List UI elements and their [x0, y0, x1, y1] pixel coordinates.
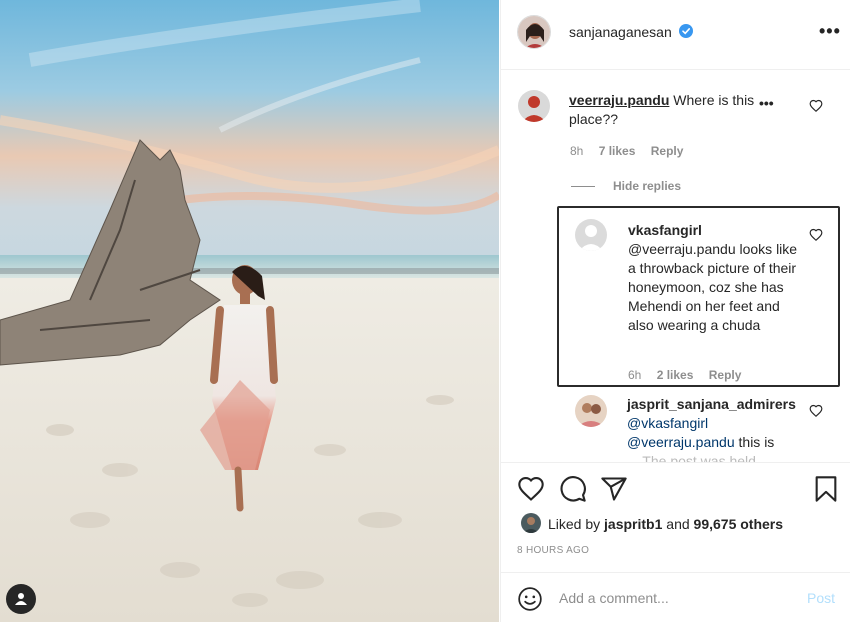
- post-timestamp[interactable]: 8 HOURS AGO: [517, 545, 589, 556]
- more-options-icon[interactable]: •••: [819, 22, 841, 40]
- commenter-avatar-image: [518, 90, 550, 122]
- reply-body: jasprit_sanjana_admirers @vkasfangirl @v…: [627, 395, 817, 462]
- bookmark-icon[interactable]: [812, 475, 840, 503]
- reply-button[interactable]: Reply: [651, 144, 684, 158]
- author-username[interactable]: sanjanaganesan: [569, 24, 672, 40]
- likes-text: Liked by jaspritb1 and 99,675 others: [548, 516, 783, 532]
- reply-button[interactable]: Reply: [709, 368, 742, 382]
- post-comment-button[interactable]: Post: [807, 590, 835, 606]
- tagged-users-button[interactable]: [6, 584, 36, 614]
- commenter-avatar[interactable]: [518, 90, 550, 122]
- comment-body: veerraju.pandu Where is this place??: [569, 91, 764, 129]
- paper-plane-icon[interactable]: [600, 475, 628, 503]
- hide-replies-line: [571, 186, 595, 187]
- comment-username[interactable]: veerraju.pandu: [569, 92, 669, 108]
- comment-icon[interactable]: [559, 475, 587, 503]
- comment-meta: 8h 7 likes Reply: [570, 144, 695, 158]
- comments-list[interactable]: veerraju.pandu Where is this place?? •••…: [501, 71, 850, 462]
- liked-by-and: and: [666, 516, 690, 532]
- post-actions: Liked by jaspritb1 and 99,675 others 8 H…: [501, 462, 850, 572]
- beach-photo-illustration: [0, 0, 499, 622]
- author-avatar[interactable]: [517, 15, 551, 49]
- reply-avatar[interactable]: [575, 395, 607, 427]
- liker-avatar[interactable]: [521, 513, 541, 533]
- highlighted-reply: vkasfangirl @veerraju.pandu looks like a…: [557, 206, 840, 387]
- comment-time: 8h: [570, 144, 584, 158]
- post-header: sanjanaganesan •••: [501, 0, 850, 70]
- liked-by-prefix: Liked by: [548, 516, 601, 532]
- likes-count[interactable]: 99,675 others: [694, 516, 784, 532]
- comment-more-icon[interactable]: •••: [759, 95, 774, 111]
- reply-time: 6h: [628, 368, 642, 382]
- reply-meta: 6h 2 likes Reply: [628, 368, 753, 382]
- reply-body: vkasfangirl @veerraju.pandu looks like a…: [628, 221, 798, 335]
- add-comment-bar: Post: [501, 572, 850, 622]
- reply-likes[interactable]: 2 likes: [657, 368, 694, 382]
- liker-avatar-image: [521, 513, 541, 533]
- person-icon: [15, 593, 27, 605]
- heart-outline-icon[interactable]: [809, 404, 823, 418]
- hide-replies-button[interactable]: Hide replies: [613, 179, 681, 193]
- reply-username[interactable]: vkasfangirl: [628, 221, 798, 240]
- post-details-panel: sanjanaganesan ••• veerraju.pandu Where …: [500, 0, 850, 622]
- emoji-icon[interactable]: [517, 586, 543, 612]
- reply-text: @veerraju.pandu looks like a throwback p…: [628, 241, 798, 333]
- comment-likes[interactable]: 7 likes: [599, 144, 636, 158]
- reply-text: this is: [738, 434, 775, 450]
- default-avatar-image: [575, 219, 607, 251]
- comment-input[interactable]: [559, 586, 789, 610]
- reply-avatar-image: [575, 395, 607, 427]
- liked-by-user[interactable]: jaspritb1: [604, 516, 662, 532]
- heart-outline-icon[interactable]: [809, 99, 823, 113]
- heart-outline-icon[interactable]: [809, 228, 823, 242]
- verified-badge-icon: [679, 24, 693, 38]
- reply-avatar[interactable]: [575, 219, 607, 251]
- reply-username[interactable]: jasprit_sanjana_admirers: [627, 395, 817, 414]
- author-avatar-image: [518, 16, 550, 48]
- post-photo[interactable]: [0, 0, 499, 622]
- reply-mention[interactable]: @vkasfangirl: [627, 414, 817, 433]
- reply-mention[interactable]: @veerraju.pandu: [627, 434, 735, 450]
- heart-outline-icon[interactable]: [517, 475, 545, 503]
- reply-text-cut: ... The post was held...: [627, 453, 768, 462]
